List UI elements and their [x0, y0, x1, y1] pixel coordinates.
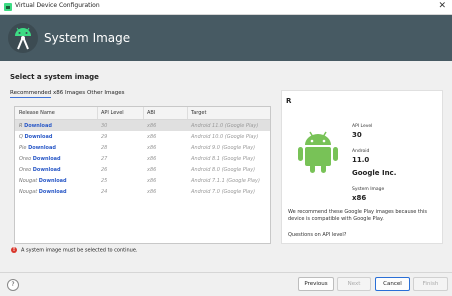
release-name: Oreo	[19, 167, 32, 173]
validation-error: ! A system image must be selected to cont…	[11, 247, 138, 254]
release-cell: Q Download	[19, 134, 52, 140]
release-name: Oreo	[19, 156, 32, 162]
cancel-button[interactable]: Cancel	[375, 277, 410, 291]
android-studio-icon	[4, 3, 12, 11]
table-row[interactable]: Oreo Download 27 x86 Android 8.1 (Google…	[15, 153, 270, 164]
release-cell: Nougat Download	[19, 178, 67, 184]
api-level-cell: 30	[101, 123, 108, 129]
download-link[interactable]: Download	[24, 123, 52, 129]
api-level-value: 30	[352, 131, 362, 139]
android-robot-icon	[298, 131, 338, 173]
api-level-cell: 27	[101, 156, 108, 162]
detail-release-name: R	[286, 97, 292, 105]
release-name: Q	[19, 134, 23, 140]
table-row[interactable]: R Download 30 x86 Android 11.0 (Google P…	[15, 120, 270, 131]
abi-cell: x86	[147, 145, 157, 151]
download-link[interactable]: Download	[39, 178, 67, 184]
help-icon[interactable]: ?	[7, 279, 19, 291]
download-link[interactable]: Download	[33, 156, 61, 162]
release-cell: R Download	[19, 123, 52, 129]
abi-cell: x86	[147, 189, 157, 195]
close-icon[interactable]: ✕	[438, 1, 446, 11]
table-row[interactable]: Q Download 29 x86 Android 10.0 (Google P…	[15, 131, 270, 142]
download-link[interactable]: Download	[39, 189, 67, 195]
download-link[interactable]: Download	[33, 167, 61, 173]
column-divider	[187, 107, 188, 119]
section-heading: Select a system image	[10, 73, 99, 81]
error-icon: !	[11, 247, 17, 253]
column-divider	[143, 107, 144, 119]
target-cell: Android 10.0 (Google Play)	[191, 134, 259, 140]
android-version-value: 11.0	[352, 156, 370, 164]
release-cell: Nougat Download	[19, 189, 67, 195]
page-title: System Image	[44, 31, 131, 45]
system-image-details-panel: R API Level 30 Android 11.0 Google Inc. …	[281, 90, 443, 244]
target-cell: Android 7.1.1 (Google Play)	[191, 178, 260, 184]
android-studio-logo-icon	[8, 23, 38, 53]
release-name: Nougat	[19, 189, 38, 195]
system-image-value: x86	[352, 194, 367, 202]
api-level-cell: 28	[101, 145, 108, 151]
release-name: Nougat	[19, 178, 38, 184]
table-row[interactable]: Nougat Download 24 x86 Android 7.0 (Goog…	[15, 186, 270, 197]
table-header: Release Name API Level ABI Target	[15, 107, 270, 120]
api-level-question: Questions on API level?	[288, 232, 347, 238]
recommendation-description: We recommend these Google Play images be…	[288, 209, 428, 222]
api-level-cell: 26	[101, 167, 108, 173]
table-row[interactable]: Oreo Download 26 x86 Android 8.0 (Google…	[15, 164, 270, 175]
system-image-table: Release Name API Level ABI Target R Down…	[14, 106, 271, 244]
column-header-target[interactable]: Target	[191, 110, 206, 116]
next-button[interactable]: Next	[337, 277, 371, 291]
target-cell: Android 7.0 (Google Play)	[191, 189, 256, 195]
system-image-label: System Image	[352, 187, 385, 192]
abi-cell: x86	[147, 123, 157, 129]
column-header-release-name[interactable]: Release Name	[19, 110, 55, 116]
footer-divider	[0, 272, 452, 273]
release-cell: Oreo Download	[19, 167, 61, 173]
api-level-label: API Level	[352, 124, 373, 129]
column-divider	[97, 107, 98, 119]
column-header-abi[interactable]: ABI	[147, 110, 155, 116]
table-row[interactable]: Nougat Download 25 x86 Android 7.1.1 (Go…	[15, 175, 270, 186]
tab-x86-images[interactable]: x86 Images	[53, 90, 85, 96]
vendor-value: Google Inc.	[352, 169, 397, 177]
error-message: A system image must be selected to conti…	[21, 247, 138, 254]
table-row[interactable]: Pie Download 28 x86 Android 9.0 (Google …	[15, 142, 270, 153]
api-level-cell: 24	[101, 189, 108, 195]
api-level-cell: 29	[101, 134, 108, 140]
window-title: Virtual Device Configuration	[15, 2, 100, 9]
release-name: R	[19, 123, 23, 129]
tab-recommended[interactable]: Recommended	[10, 90, 52, 98]
previous-button[interactable]: Previous	[298, 277, 334, 291]
column-header-api-level[interactable]: API Level	[101, 110, 124, 116]
android-label: Android	[352, 149, 370, 154]
finish-button[interactable]: Finish	[413, 277, 448, 291]
abi-cell: x86	[147, 134, 157, 140]
window-titlebar: Virtual Device Configuration ✕	[0, 0, 452, 15]
target-cell: Android 8.1 (Google Play)	[191, 156, 256, 162]
target-cell: Android 11.0 (Google Play)	[191, 123, 259, 129]
api-level-cell: 25	[101, 178, 108, 184]
download-link[interactable]: Download	[25, 134, 53, 140]
abi-cell: x86	[147, 156, 157, 162]
abi-cell: x86	[147, 178, 157, 184]
target-cell: Android 9.0 (Google Play)	[191, 145, 256, 151]
release-cell: Oreo Download	[19, 156, 61, 162]
release-name: Pie	[19, 145, 27, 151]
release-cell: Pie Download	[19, 145, 56, 151]
tab-other-images[interactable]: Other Images	[87, 90, 124, 96]
download-link[interactable]: Download	[28, 145, 56, 151]
target-cell: Android 8.0 (Google Play)	[191, 167, 256, 173]
wizard-header: System Image	[0, 15, 452, 61]
abi-cell: x86	[147, 167, 157, 173]
